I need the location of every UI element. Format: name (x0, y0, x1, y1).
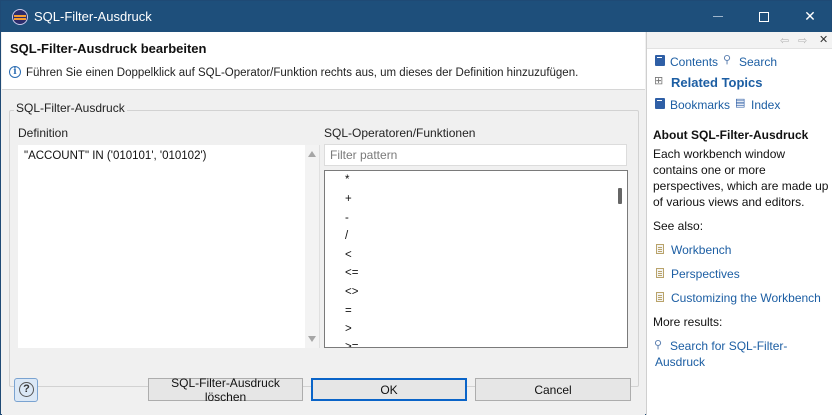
about-text-line: of various views and editors. (653, 195, 805, 209)
perspectives-link[interactable]: Perspectives (671, 267, 740, 281)
scroll-up-icon[interactable] (308, 151, 316, 157)
filter-pattern-input[interactable] (324, 144, 627, 166)
group-label: SQL-Filter-Ausdruck (14, 101, 127, 115)
forward-arrow-icon[interactable]: ⇨ (798, 34, 807, 47)
bookmarks-icon (655, 98, 665, 109)
operators-scrollbar[interactable] (613, 171, 627, 347)
title-bar: SQL-Filter-Ausdruck ✕ (1, 1, 831, 32)
list-item-operator[interactable]: <> (345, 286, 358, 298)
eclipse-app-icon (12, 9, 28, 25)
customizing-workbench-link[interactable]: Customizing the Workbench (671, 291, 821, 305)
topic-doc-icon (656, 244, 664, 254)
scrollbar-thumb[interactable] (618, 188, 622, 204)
help-toolbar: ⇦ ⇨ ✕ (647, 32, 832, 49)
operators-list[interactable]: * + - / < <= <> = > >= (324, 170, 628, 348)
list-item-operator[interactable]: > (345, 323, 352, 335)
dialog-body: SQL-Filter-Ausdruck bearbeiten i Führen … (2, 32, 645, 415)
list-item-operator[interactable]: < (345, 249, 352, 261)
close-help-icon[interactable]: ✕ (819, 33, 828, 46)
see-also-label: See also: (653, 219, 704, 233)
definition-label: Definition (18, 126, 69, 140)
index-icon: ▤ (735, 97, 746, 109)
list-item-operator[interactable]: = (345, 305, 352, 317)
minimize-button[interactable] (695, 1, 741, 32)
operators-label: SQL-Operatoren/Funktionen (324, 126, 476, 140)
contents-link[interactable]: Contents (670, 55, 718, 69)
search-link[interactable]: Search (739, 55, 777, 69)
close-button[interactable]: ✕ (787, 1, 832, 32)
workbench-link[interactable]: Workbench (671, 243, 731, 257)
list-item-operator[interactable]: >= (345, 341, 358, 347)
list-item-operator[interactable]: <= (345, 267, 358, 279)
contents-icon (655, 55, 665, 66)
window-title: SQL-Filter-Ausdruck (34, 9, 152, 24)
about-text-line: contains one or more (653, 163, 766, 177)
index-link[interactable]: Index (751, 98, 780, 112)
list-item-operator[interactable]: / (345, 230, 348, 242)
search-result-icon: ⚲ (654, 339, 663, 351)
question-mark-icon: ? (19, 382, 34, 397)
ok-button[interactable]: OK (311, 378, 467, 401)
more-results-label: More results: (653, 315, 723, 329)
topic-doc-icon (656, 292, 664, 302)
clear-expression-button[interactable]: SQL-Filter-Ausdruck löschen (148, 376, 303, 404)
definition-value: "ACCOUNT" IN ('010101', '010102') (24, 150, 207, 162)
scroll-down-icon[interactable] (308, 336, 316, 342)
list-item-operator[interactable]: + (345, 193, 352, 205)
related-topics-icon: ⊞ (654, 75, 664, 87)
about-text-line: perspectives, which are made up (653, 179, 829, 193)
about-text-line: Each workbench window (653, 147, 786, 161)
maximize-button[interactable] (741, 1, 787, 32)
definition-scrollbar[interactable] (305, 145, 319, 348)
help-button[interactable]: ? (14, 378, 38, 402)
search-result-link[interactable]: Search for SQL-Filter- (670, 339, 787, 353)
maximize-icon (759, 11, 769, 22)
help-pane: ⇦ ⇨ ✕ Contents ⚲ Search ⊞ Related Topics… (646, 32, 832, 415)
dialog-title: SQL-Filter-Ausdruck bearbeiten (10, 41, 207, 56)
bookmarks-link[interactable]: Bookmarks (670, 98, 730, 112)
topic-doc-icon (656, 268, 664, 278)
dialog-window: SQL-Filter-Ausdruck ✕ SQL-Filter-Ausdruc… (0, 0, 832, 415)
search-icon: ⚲ (723, 54, 732, 66)
back-arrow-icon[interactable]: ⇦ (780, 34, 789, 47)
related-topics-link[interactable]: Related Topics (671, 75, 763, 90)
info-icon: i (9, 66, 21, 78)
list-item-operator[interactable]: - (345, 212, 349, 224)
close-icon: ✕ (804, 8, 816, 24)
about-heading: About SQL-Filter-Ausdruck (653, 128, 809, 142)
search-result-link-cont[interactable]: Ausdruck (655, 355, 705, 369)
list-item-operator[interactable]: * (345, 174, 349, 186)
cancel-button[interactable]: Cancel (475, 378, 631, 401)
dialog-message: Führen Sie einen Doppelklick auf SQL-Ope… (26, 67, 579, 79)
dialog-header: SQL-Filter-Ausdruck bearbeiten i Führen … (2, 32, 645, 90)
minimize-icon (713, 16, 723, 17)
definition-textarea[interactable]: "ACCOUNT" IN ('010101', '010102') (18, 145, 320, 348)
